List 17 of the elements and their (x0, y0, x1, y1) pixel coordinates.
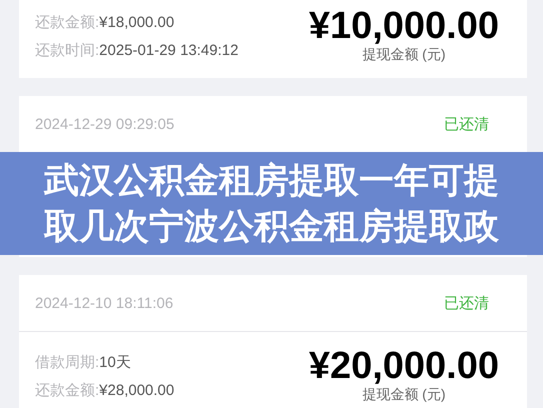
field-value: 2025-01-29 13:49:12 (99, 42, 238, 60)
status-label: 已还清 (444, 114, 489, 134)
record-time: 2024-12-29 09:29:05 (35, 116, 174, 132)
status-label: 已还清 (444, 294, 489, 312)
amount-value: ¥20,000.00 (308, 346, 499, 386)
record-time: 2024-12-10 18:11:06 (35, 294, 174, 312)
field-value: ¥28,000.00 (99, 382, 174, 400)
field-value: 10天 (99, 354, 131, 372)
field-label: 还款时间: (35, 42, 100, 60)
amount-value: ¥10,000.00 (308, 6, 499, 46)
banner-title: 武汉公积金租房提取一年可提取几次宁波公积金租房提取政 (42, 160, 500, 248)
amount-caption: 提现金额 (元) (362, 386, 446, 404)
field-label: 借款周期: (35, 354, 100, 372)
field-label: 还款金额: (35, 14, 100, 32)
field-label: 还款金额: (35, 382, 100, 400)
field-value: ¥18,000.00 (99, 14, 174, 32)
amount-caption: 提现金额 (元) (362, 46, 446, 64)
